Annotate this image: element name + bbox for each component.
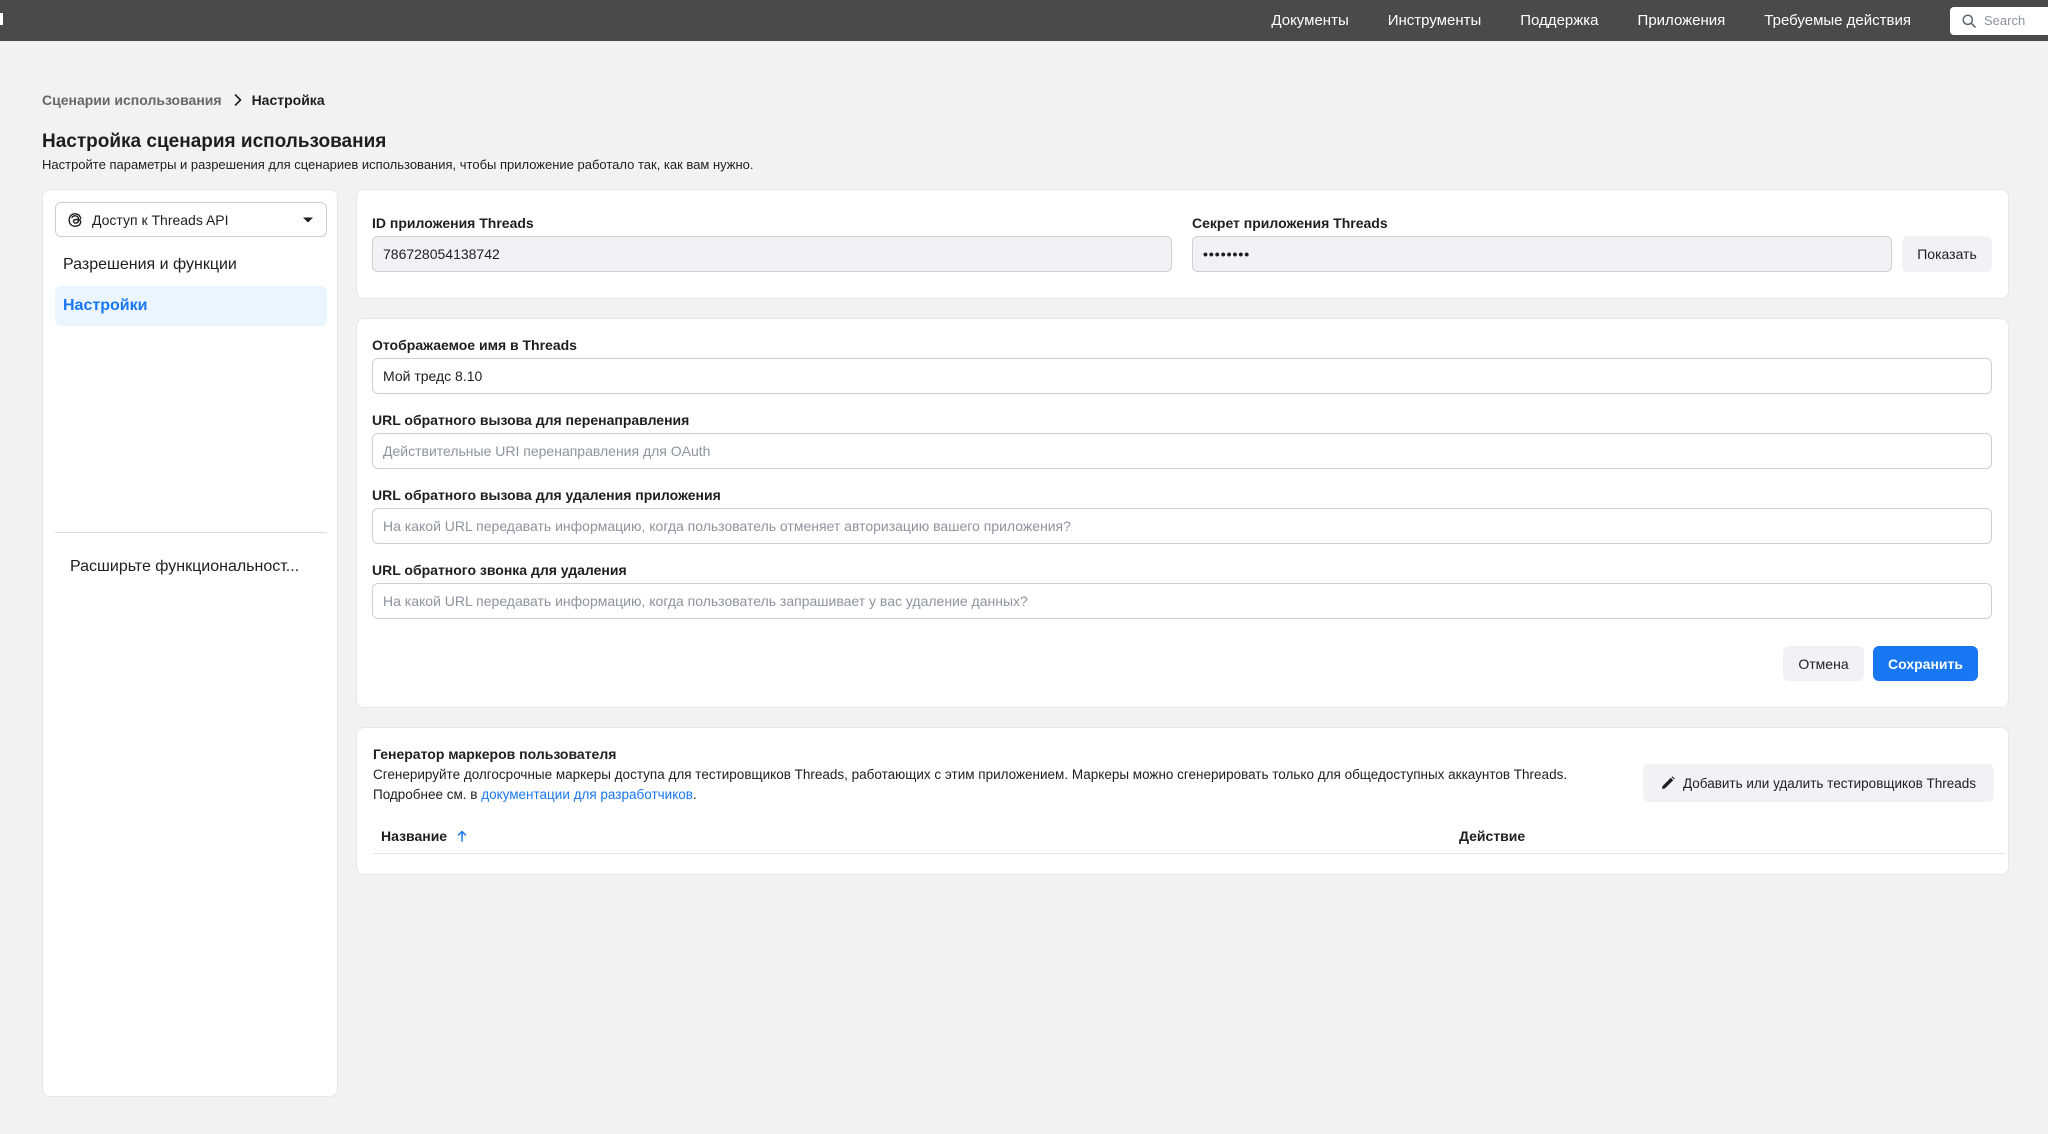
delete-url-input[interactable] (372, 583, 1992, 619)
use-case-dropdown[interactable]: Доступ к Threads API (55, 202, 327, 237)
column-name-label: Название (381, 828, 448, 844)
uninstall-url-input[interactable] (372, 508, 1992, 544)
caret-down-icon (303, 217, 313, 222)
sort-arrow-up-icon[interactable] (457, 830, 467, 842)
sidebar-item-permissions[interactable]: Разрешения и функции (55, 245, 327, 285)
breadcrumb-use-cases[interactable]: Сценарии использования (42, 92, 222, 108)
credentials-card: ID приложения Threads Секрет приложения … (356, 189, 2009, 299)
nav-apps[interactable]: Приложения (1638, 12, 1726, 29)
token-desc-line1: Сгенерируйте долгосрочные маркеры доступ… (373, 767, 1568, 782)
settings-card: Отображаемое имя в Threads URL обратного… (356, 318, 2009, 708)
dropdown-label: Доступ к Threads API (92, 211, 229, 228)
pencil-icon (1661, 776, 1675, 789)
top-nav: Документы Инструменты Поддержка Приложен… (1271, 0, 2048, 41)
nav-required-actions[interactable]: Требуемые действия (1764, 12, 1911, 29)
app-id-label: ID приложения Threads (372, 215, 534, 231)
token-generator-title: Генератор маркеров пользователя (373, 746, 617, 762)
app-secret-field[interactable] (1192, 236, 1892, 272)
token-desc-suffix: . (692, 787, 697, 802)
token-generator-description: Сгенерируйте долгосрочные маркеры доступ… (373, 765, 1603, 805)
nav-support[interactable]: Поддержка (1520, 12, 1598, 29)
cancel-button[interactable]: Отмена (1783, 646, 1864, 681)
breadcrumb-current: Настройка (251, 92, 325, 108)
breadcrumb: Сценарии использования Настройка (42, 92, 325, 108)
token-generator-card: Генератор маркеров пользователя Сгенерир… (356, 727, 2009, 875)
sidebar-item-extend[interactable]: Расширьте функциональност... (70, 558, 299, 576)
chevron-right-icon (234, 94, 242, 106)
column-header-action: Действие (1459, 828, 1526, 844)
column-header-name[interactable]: Название (381, 828, 467, 844)
developer-docs-link[interactable]: документации для разработчиков (481, 787, 693, 802)
add-remove-testers-label: Добавить или удалить тестировщиков Threa… (1682, 775, 1977, 791)
sidebar-divider (55, 532, 327, 533)
topbar-edge-mark (0, 13, 3, 25)
page-title: Настройка сценария использования (42, 131, 387, 152)
display-name-input[interactable] (372, 358, 1992, 394)
table-header-divider (373, 853, 2005, 854)
threads-icon (68, 212, 82, 227)
uninstall-url-label: URL обратного вызова для удаления прилож… (372, 487, 721, 503)
sidebar: Доступ к Threads API Разрешения и функци… (42, 189, 338, 1097)
page-subtitle: Настройте параметры и разрешения для сце… (42, 157, 754, 172)
search-icon (1962, 13, 1976, 28)
save-button[interactable]: Сохранить (1873, 646, 1978, 681)
app-id-field[interactable] (372, 236, 1172, 272)
search-box[interactable] (1950, 6, 2048, 35)
app-secret-label: Секрет приложения Threads (1192, 215, 1388, 231)
redirect-url-label: URL обратного вызова для перенаправления (372, 412, 690, 428)
search-input[interactable] (1984, 13, 2040, 28)
display-name-label: Отображаемое имя в Threads (372, 337, 577, 353)
redirect-url-input[interactable] (372, 433, 1992, 469)
nav-tools[interactable]: Инструменты (1388, 12, 1482, 29)
token-desc-prefix: Подробнее см. в (373, 787, 482, 802)
sidebar-item-settings[interactable]: Настройки (55, 286, 327, 326)
top-bar: Документы Инструменты Поддержка Приложен… (0, 0, 2048, 41)
delete-url-label: URL обратного звонка для удаления (372, 562, 627, 578)
nav-docs[interactable]: Документы (1271, 12, 1348, 29)
show-secret-button[interactable]: Показать (1902, 236, 1992, 272)
add-remove-testers-button[interactable]: Добавить или удалить тестировщиков Threa… (1643, 764, 1994, 802)
